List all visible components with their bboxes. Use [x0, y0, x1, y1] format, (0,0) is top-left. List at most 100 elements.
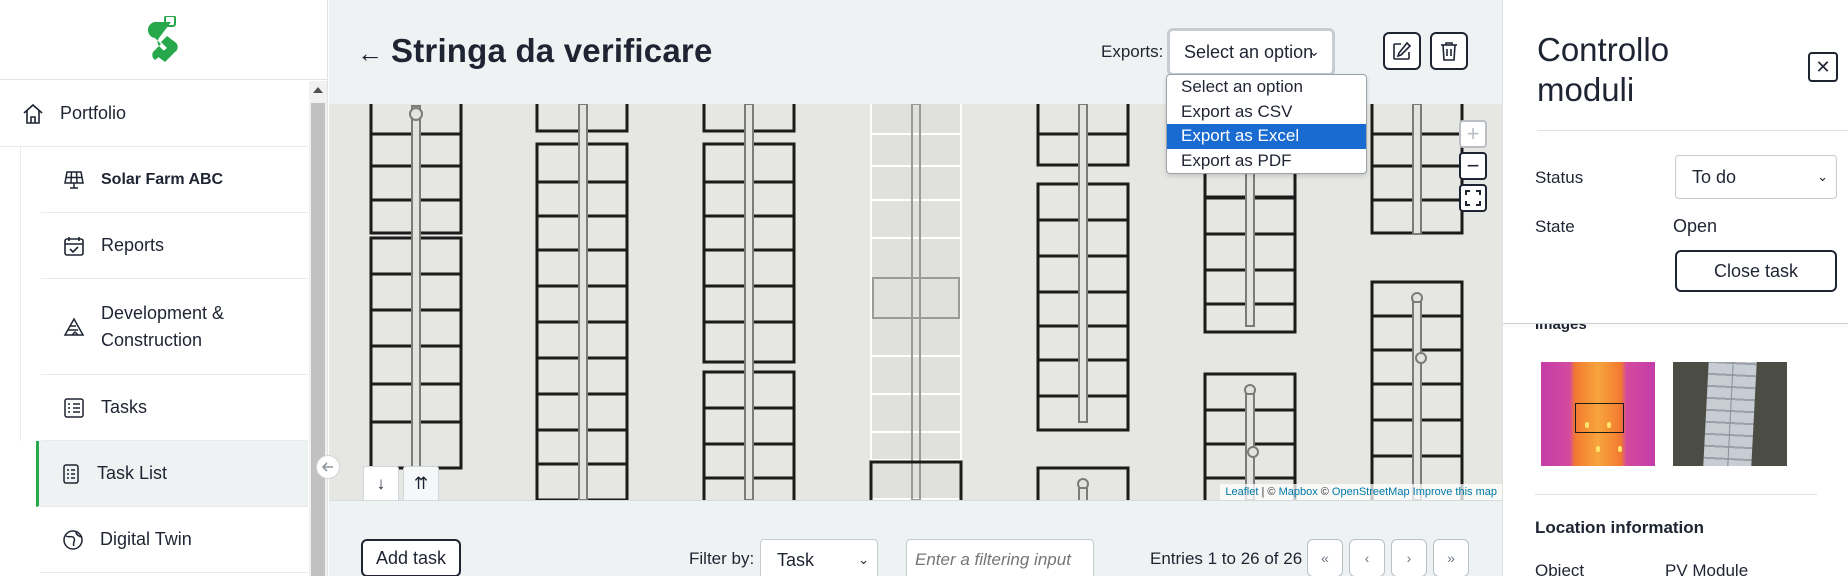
anomaly-box [1575, 403, 1624, 433]
solar-panel-icon [64, 170, 84, 189]
chevron-down-icon: ⌄ [1817, 169, 1828, 184]
exports-select[interactable]: Select an option ⌄ [1167, 28, 1335, 76]
sidebar-subnav: Solar Farm ABC Reports Development & Con… [20, 147, 308, 441]
location-heading: Location information [1535, 518, 1705, 537]
sidebar-item-portfolio[interactable]: Portfolio [0, 81, 308, 147]
filter-label: Filter by: [689, 549, 755, 568]
filter-input[interactable] [906, 539, 1094, 576]
chevron-down-icon: ⌄ [858, 552, 869, 567]
visual-image-thumbnail[interactable] [1673, 362, 1787, 466]
edit-button[interactable] [1383, 32, 1421, 70]
sidebar-subnav-2: Digital Twin [20, 507, 308, 573]
prev-page-button[interactable]: ‹ [1349, 539, 1385, 576]
next-page-button[interactable]: › [1391, 539, 1427, 576]
hotspot [1618, 446, 1622, 452]
exports-option-pdf[interactable]: Export as PDF [1167, 149, 1366, 174]
add-task-button[interactable]: Add task [361, 539, 461, 576]
home-icon [23, 103, 43, 124]
leaflet-link[interactable]: Leaflet [1225, 486, 1258, 498]
pv-string-col-4-selected[interactable] [870, 104, 962, 500]
divider [1537, 130, 1848, 131]
exports-option-csv[interactable]: Export as CSV [1167, 100, 1366, 125]
sidebar-item-digital-twin[interactable]: Digital Twin [40, 507, 308, 573]
state-label: State [1535, 217, 1575, 236]
first-page-button[interactable]: « [1307, 539, 1343, 576]
construction-icon [63, 316, 85, 336]
sidebar-item-label: Digital Twin [100, 529, 192, 549]
last-page-button[interactable]: » [1433, 539, 1469, 576]
scroll-up-arrow-icon[interactable] [313, 87, 323, 93]
panel-separator [1503, 323, 1848, 324]
sidebar-item-label: Solar Farm ABC [101, 170, 224, 188]
close-task-button[interactable]: Close task [1675, 250, 1837, 292]
object-value: PV Module [1665, 561, 1749, 576]
sidebar-item-tasks[interactable]: Tasks [41, 375, 308, 441]
sidebar-item-label: Task List [97, 463, 168, 483]
logo-area [0, 0, 327, 80]
task-list-icon [64, 397, 84, 418]
close-panel-button[interactable]: ✕ [1808, 52, 1838, 82]
hotspot [1596, 446, 1600, 452]
object-label: Object [1535, 561, 1585, 576]
filter-select[interactable]: Task ⌄ [760, 539, 878, 576]
zoom-out-button[interactable]: − [1459, 152, 1487, 180]
thermal-image-thumbnail[interactable] [1541, 362, 1655, 466]
map-tab-down[interactable]: ↓ [363, 466, 399, 500]
table-toolbar: Add task Filter by: Task ⌄ Entries 1 to … [329, 500, 1502, 576]
mapbox-link[interactable]: Mapbox [1279, 486, 1318, 498]
fullscreen-icon [1465, 190, 1481, 206]
sidebar-scrollbar[interactable] [309, 81, 327, 576]
back-arrow-icon[interactable]: ← [357, 38, 383, 69]
map-tabs: ↓ ⇈ [363, 466, 439, 500]
exports-dropdown-menu: Select an option Export as CSV Export as… [1166, 74, 1367, 174]
sidebar-item-solar-farm[interactable]: Solar Farm ABC [41, 147, 308, 213]
attribution-sep: © [1317, 486, 1332, 498]
sidebar-item-development[interactable]: Development & Construction [41, 279, 308, 375]
sidebar-item-label: Tasks [101, 397, 148, 417]
exports-selected-value: Select an option [1184, 41, 1314, 62]
divider [1535, 494, 1817, 495]
images-heading: Images [1535, 316, 1587, 332]
collapse-sidebar-button[interactable] [316, 455, 340, 479]
page-title: Stringa da verificare [391, 32, 713, 69]
map-tab-up[interactable]: ⇈ [403, 466, 439, 500]
exports-option-select[interactable]: Select an option [1167, 75, 1366, 100]
trash-icon [1441, 42, 1457, 61]
improve-map-link[interactable]: Improve this map [1410, 486, 1497, 498]
sidebar-item-reports[interactable]: Reports [41, 213, 308, 279]
app-logo[interactable] [147, 15, 181, 64]
hotspot [1607, 422, 1611, 428]
filter-selected-value: Task [777, 549, 815, 570]
pencil-square-icon [1393, 41, 1412, 60]
arrow-left-icon [321, 462, 333, 472]
task-detail-panel: Controllo moduli ✕ Status To do ⌄ State … [1502, 0, 1848, 576]
sidebar-item-task-list[interactable]: Task List [36, 441, 308, 507]
zoom-in-button[interactable]: + [1459, 120, 1487, 148]
sidebar-item-label: Development & Construction [101, 302, 225, 350]
globe-icon [63, 529, 83, 550]
checklist-icon [63, 463, 79, 484]
state-value: Open [1673, 216, 1718, 236]
sidebar-nav: Portfolio Solar Farm ABC Reports Develop… [0, 81, 308, 576]
chevron-down-icon: ⌄ [1308, 43, 1320, 59]
sidebar-item-label: Portfolio [60, 103, 127, 123]
entries-count: Entries 1 to 26 of 26 [1150, 549, 1303, 568]
calendar-check-icon [64, 236, 84, 256]
status-select[interactable]: To do ⌄ [1675, 155, 1837, 199]
hotspot [1585, 422, 1589, 428]
osm-link[interactable]: OpenStreetMap [1332, 486, 1410, 498]
sidebar-item-label: Reports [101, 235, 165, 255]
status-value: To do [1692, 166, 1737, 187]
scrollbar-thumb[interactable] [311, 103, 325, 576]
attribution-sep: | © [1258, 486, 1279, 498]
map-zoom-controls: + − [1459, 120, 1487, 212]
exports-label: Exports: [1101, 42, 1164, 61]
close-icon: ✕ [1815, 56, 1831, 77]
fullscreen-button[interactable] [1459, 184, 1487, 212]
sidebar: Portfolio Solar Farm ABC Reports Develop… [0, 0, 328, 576]
panel-title: Controllo moduli [1537, 31, 1670, 108]
exports-option-excel[interactable]: Export as Excel [1167, 124, 1366, 149]
delete-button[interactable] [1430, 32, 1468, 70]
status-label: Status [1535, 168, 1584, 187]
map-attribution: Leaflet | © Mapbox © OpenStreetMap Impro… [1220, 484, 1502, 500]
